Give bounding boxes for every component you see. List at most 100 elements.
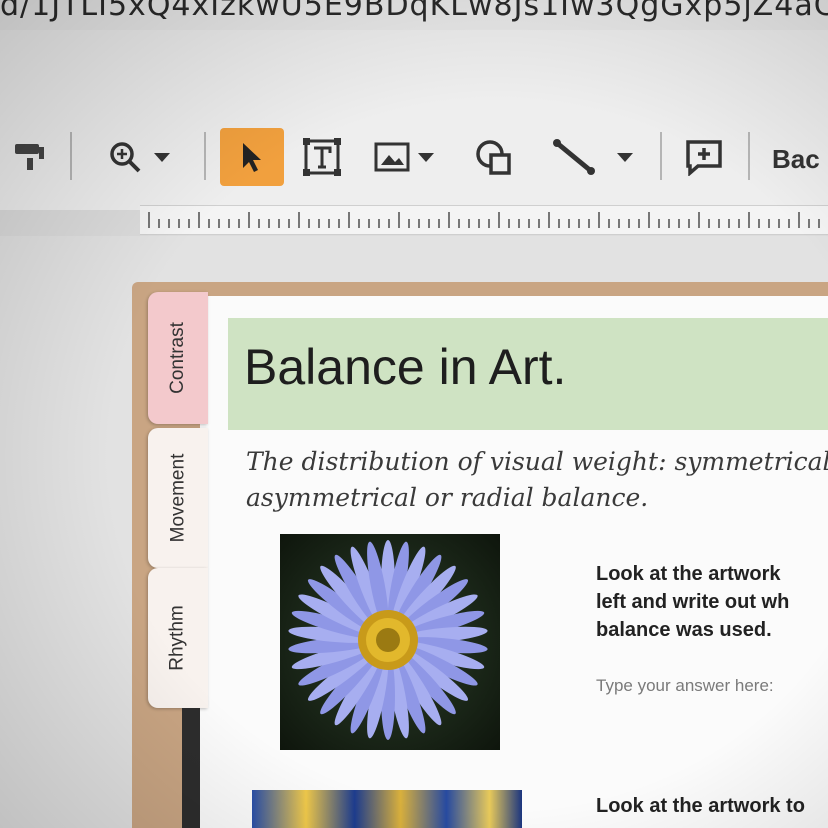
question-1-prompt: Look at the artwork left and write out w… [596, 560, 789, 644]
ruler-tick [688, 219, 690, 228]
line-button[interactable] [542, 128, 642, 186]
ruler-tick [458, 219, 460, 228]
image-icon [374, 142, 410, 172]
ruler-tick [278, 219, 280, 228]
prompt-line: Look at the artwork [596, 563, 781, 585]
ruler-tick [568, 219, 570, 228]
ruler-tick [738, 219, 740, 228]
ruler-tick [468, 219, 470, 228]
ruler-tick [758, 219, 760, 228]
ruler-tick [558, 219, 560, 228]
ruler-tick [648, 212, 650, 228]
ruler-tick [778, 219, 780, 228]
flower-illustration [288, 540, 488, 740]
ruler-tick [548, 212, 550, 228]
ruler-tick [588, 219, 590, 228]
comment-button[interactable] [676, 128, 732, 186]
select-tool-button[interactable] [220, 128, 284, 186]
ruler-tick [678, 219, 680, 228]
ruler-tick [238, 219, 240, 228]
toolbar-separator [660, 132, 662, 180]
paint-format-icon [15, 144, 44, 170]
zoom-button[interactable] [96, 128, 182, 186]
ruler-tick [428, 219, 430, 228]
artwork-starry-image[interactable] [252, 790, 522, 828]
ruler-tick [498, 212, 500, 228]
ruler-tick [208, 219, 210, 228]
shape-button[interactable] [466, 128, 522, 186]
horizontal-ruler [140, 205, 828, 235]
url-text: d/1JTLI5xQ4xIzkwU5E9BDqKLw8Js1Iw3QgGxp5j… [0, 0, 828, 23]
ruler-tick [168, 219, 170, 228]
ruler-tick [288, 219, 290, 228]
chevron-down-icon [418, 152, 434, 162]
ruler-tick [818, 219, 820, 228]
background-button[interactable]: Bac [772, 144, 820, 175]
zoom-icon [110, 142, 141, 173]
ruler-tick [338, 219, 340, 228]
tab-label: Movement [167, 453, 189, 543]
ruler-tick [478, 219, 480, 228]
ruler-tick [268, 219, 270, 228]
question-2-prompt: Look at the artwork to [596, 795, 805, 817]
ruler-tick [598, 212, 600, 228]
slide-subtitle[interactable]: The distribution of visual weight: symme… [246, 444, 828, 516]
ruler-tick [188, 219, 190, 228]
ruler-tick [438, 219, 440, 228]
tab-label: Contrast [167, 322, 188, 394]
ruler-tick [488, 219, 490, 228]
ruler-tick [388, 219, 390, 228]
text-box-button[interactable] [294, 128, 350, 186]
select-icon [243, 143, 261, 172]
ruler-tick [508, 219, 510, 228]
ruler-tick [308, 219, 310, 228]
ruler-tick [258, 219, 260, 228]
chevron-down-icon [617, 152, 633, 162]
ruler-tick [328, 219, 330, 228]
ruler-tick [788, 219, 790, 228]
ruler-tick [408, 219, 410, 228]
tab-edge [182, 708, 200, 828]
ruler-tick [668, 219, 670, 228]
line-icon [553, 139, 595, 175]
ruler-tick [418, 219, 420, 228]
ruler-tick [358, 219, 360, 228]
artwork-flower-image[interactable] [280, 534, 500, 750]
tab-movement[interactable]: Movement [148, 428, 208, 568]
prompt-line: balance was used. [596, 619, 772, 641]
ruler-tick [518, 219, 520, 228]
comment-icon [686, 140, 722, 176]
image-button[interactable] [366, 128, 442, 186]
ruler-tick [708, 219, 710, 228]
slide-title[interactable]: Balance in Art. [244, 338, 566, 396]
ruler-tick [528, 219, 530, 228]
ruler-tick [228, 219, 230, 228]
ruler-tick [248, 212, 250, 228]
ruler-tick [798, 212, 800, 228]
ruler-tick [368, 219, 370, 228]
ruler-tick [148, 212, 150, 228]
toolbar-separator [204, 132, 206, 180]
ruler-tick [298, 212, 300, 228]
ruler-tick [808, 219, 810, 228]
url-bar[interactable]: d/1JTLI5xQ4xIzkwU5E9BDqKLw8Js1Iw3QgGxp5j… [0, 0, 828, 30]
ruler-tick [378, 219, 380, 228]
ruler-tick [748, 212, 750, 228]
ruler-tick [718, 219, 720, 228]
toolbar-separator [748, 132, 750, 180]
ruler-tick [608, 219, 610, 228]
chevron-down-icon [154, 152, 170, 162]
ruler-tick [448, 212, 450, 228]
prompt-line: left and write out wh [596, 591, 790, 613]
ruler-tick [218, 219, 220, 228]
tab-label: Rhythm [167, 605, 188, 671]
ruler-tick [658, 219, 660, 228]
paint-format-button[interactable] [8, 128, 52, 186]
ruler-tick [728, 219, 730, 228]
answer-1-input[interactable]: Type your answer here: [596, 676, 774, 696]
ruler-tick [638, 219, 640, 228]
ruler-tick [618, 219, 620, 228]
ruler-tick [578, 219, 580, 228]
tab-contrast[interactable]: Contrast [148, 292, 208, 424]
tab-rhythm[interactable]: Rhythm [148, 568, 208, 708]
